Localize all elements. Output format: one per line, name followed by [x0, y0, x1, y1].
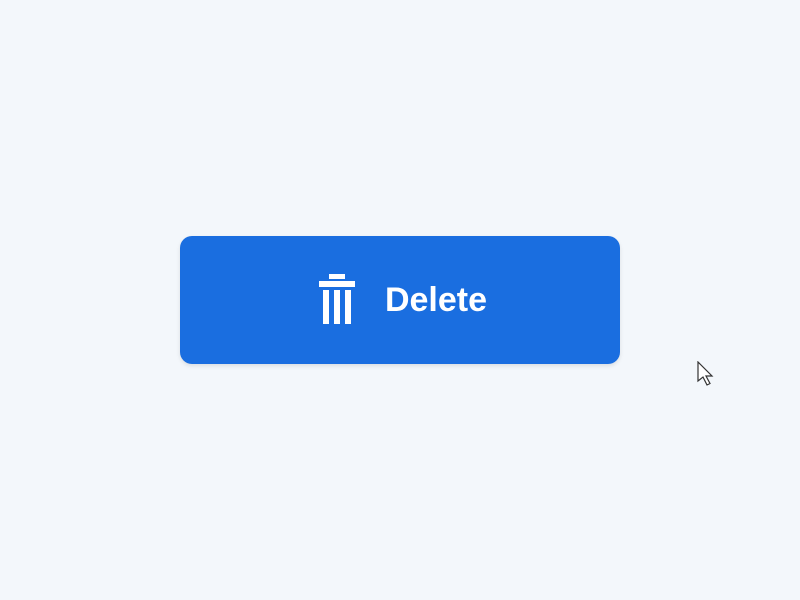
- trash-icon: [313, 274, 361, 326]
- delete-button[interactable]: Delete: [180, 236, 620, 364]
- cursor-pointer: [697, 361, 717, 389]
- delete-button-label: Delete: [385, 281, 487, 320]
